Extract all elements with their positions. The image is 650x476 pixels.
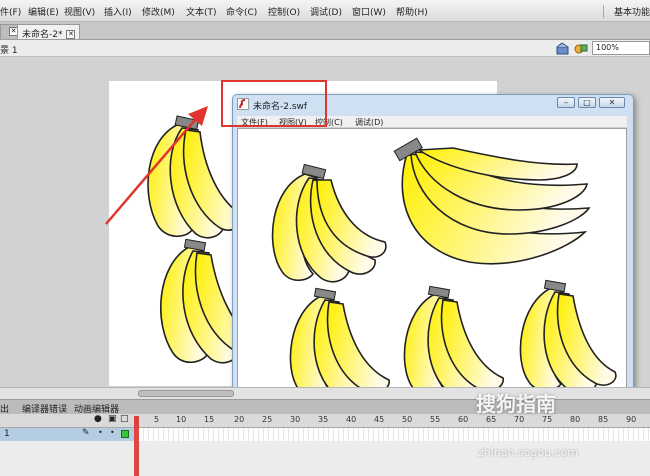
menu-debug[interactable]: 调试(D) — [310, 5, 342, 18]
minimize-button[interactable]: – — [557, 97, 575, 108]
banana-bunch — [271, 163, 387, 283]
layer-color-icon[interactable] — [121, 430, 129, 438]
menu-help[interactable]: 帮助(H) — [396, 5, 428, 18]
frame-number: 60 — [458, 415, 469, 424]
document-tab-bar: ✕ 未命名-2* ✕ — [0, 22, 650, 40]
maximize-button[interactable]: □ — [578, 97, 596, 108]
edit-scene-icon[interactable] — [555, 41, 571, 56]
layer-row[interactable]: 1 ✎ • • — [0, 428, 134, 441]
scene-label: 景 1 — [0, 46, 18, 56]
banana-bunch — [403, 285, 504, 401]
menu-edit[interactable]: 编辑(E) — [28, 5, 59, 18]
frame-number: 85 — [598, 415, 609, 424]
workspace-switcher[interactable]: 基本功能 — [602, 5, 650, 18]
menu-insert[interactable]: 插入(I) — [104, 5, 132, 18]
banana-bunch — [519, 279, 617, 395]
edit-symbols-icon[interactable] — [573, 41, 589, 56]
watermark-brand: 搜狗指南 — [476, 392, 556, 416]
frame-number: 55 — [430, 415, 441, 424]
outline-icon[interactable]: □ — [120, 414, 129, 424]
playhead[interactable] — [134, 416, 139, 476]
document-tab-active[interactable]: 未命名-2* ✕ — [17, 24, 81, 40]
annotation-highlight-box — [221, 80, 327, 127]
close-button[interactable]: ✕ — [599, 97, 625, 108]
menu-modify[interactable]: 修改(M) — [142, 5, 175, 18]
annotation-arrow — [105, 106, 208, 225]
layer-number: 1 — [4, 429, 10, 439]
frame-number: 35 — [318, 415, 329, 424]
menu-file[interactable]: 件(F) — [0, 5, 21, 18]
lock-icon[interactable]: ▣ — [108, 414, 117, 424]
menu-bar: 件(F) 编辑(E) 视图(V) 插入(I) 修改(M) 文本(T) 命令(C)… — [0, 0, 650, 22]
swf-artwork — [271, 137, 617, 403]
menu-text[interactable]: 文本(T) — [186, 5, 217, 18]
lock-dot-icon[interactable]: • — [110, 428, 115, 437]
banana-bunch — [393, 137, 591, 265]
menu-control[interactable]: 控制(O) — [268, 5, 300, 18]
frame-number: 10 — [176, 415, 187, 424]
frame-number: 5 — [154, 415, 160, 424]
swf-menu-debug[interactable]: 调试(D) — [355, 117, 383, 128]
frame-number: 50 — [402, 415, 413, 424]
eye-icon[interactable]: ● — [94, 414, 102, 424]
close-icon[interactable]: ✕ — [66, 30, 76, 39]
frame-number: 20 — [234, 415, 245, 424]
scrollbar-thumb[interactable] — [138, 390, 234, 397]
frame-number: 30 — [290, 415, 301, 424]
watermark-url: zhinan.sogou.com — [478, 446, 579, 459]
frame-number: 90 — [626, 415, 637, 424]
frame-row[interactable] — [134, 428, 650, 441]
edit-bar: 景 1 — [0, 40, 650, 57]
menu-view[interactable]: 视图(V) — [64, 5, 95, 18]
zoom-input[interactable]: 100% — [592, 41, 650, 55]
pencil-icon[interactable]: ✎ — [82, 428, 90, 438]
document-tab-label: 未命名-2* — [22, 30, 63, 40]
visibility-dot-icon[interactable]: • — [98, 428, 103, 437]
frame-number: 80 — [570, 415, 581, 424]
menu-commands[interactable]: 命令(C) — [226, 5, 257, 18]
frame-number: 15 — [204, 415, 215, 424]
menu-window[interactable]: 窗口(W) — [352, 5, 386, 18]
frame-number: 25 — [262, 415, 273, 424]
banana-bunch — [289, 287, 390, 403]
frame-number: 45 — [374, 415, 385, 424]
frame-number: 40 — [346, 415, 357, 424]
